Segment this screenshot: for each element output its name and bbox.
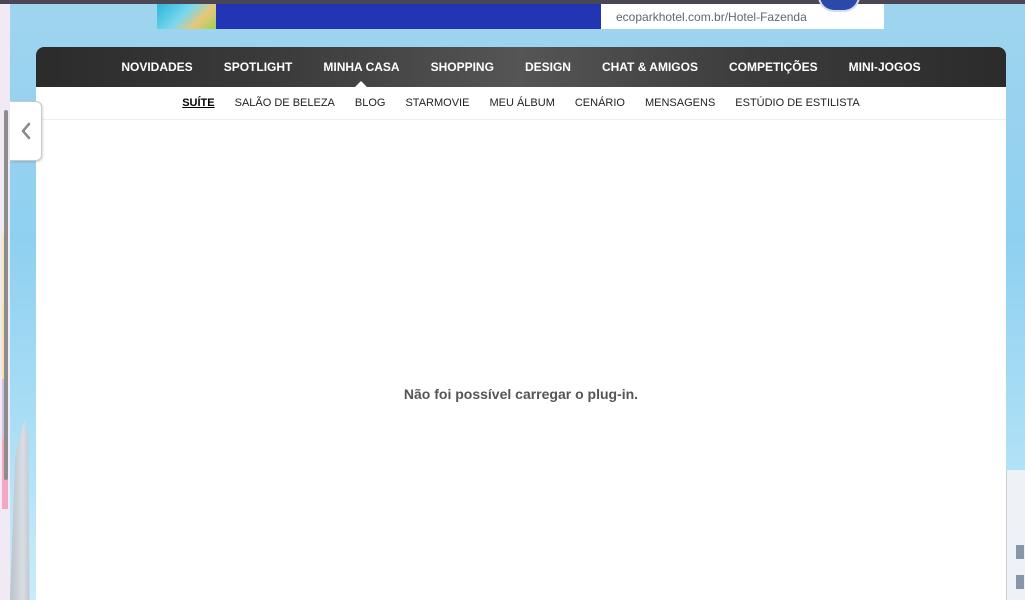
banner-ad-url[interactable]: ecoparkhotel.com.br/Hotel-Fazenda [601, 0, 884, 29]
subnav-item-starmovie[interactable]: STARMOVIE [395, 97, 479, 109]
building-window [1016, 575, 1024, 589]
banner-ad-url-text[interactable]: ecoparkhotel.com.br/Hotel-Fazenda [616, 10, 807, 24]
subnav-item-mensagens[interactable]: MENSAGENS [635, 97, 725, 109]
subnav-item-estudio-de-estilista[interactable]: ESTÚDIO DE ESTILISTA [725, 97, 870, 109]
main-panel: NOVIDADES SPOTLIGHT MINHA CASA SHOPPING … [36, 47, 1006, 600]
building-window [1016, 545, 1024, 559]
subnav-item-suite[interactable]: SUÍTE [172, 97, 224, 109]
nav-item-minha-casa[interactable]: MINHA CASA [308, 47, 415, 87]
nav-item-chat-amigos[interactable]: CHAT & AMIGOS [586, 47, 713, 87]
main-nav: NOVIDADES SPOTLIGHT MINHA CASA SHOPPING … [36, 47, 1006, 87]
subnav-item-blog[interactable]: BLOG [345, 97, 396, 109]
chevron-left-icon [21, 122, 30, 140]
nav-item-design[interactable]: DESIGN [509, 47, 586, 87]
side-scrollbar[interactable] [4, 110, 8, 480]
banner-ad-image[interactable] [157, 4, 216, 29]
collapse-side-panel-button[interactable] [10, 101, 42, 161]
banner-ad-blue-area[interactable] [216, 4, 601, 29]
subnav-item-meu-album[interactable]: MEU ÁLBUM [479, 97, 564, 109]
background-building [1006, 470, 1025, 600]
subnav-item-salao-de-beleza[interactable]: SALÃO DE BELEZA [225, 97, 345, 109]
background-tower [10, 420, 30, 600]
plugin-error-message: Não foi possível carregar o plug-in. [403, 386, 639, 402]
nav-item-shopping[interactable]: SHOPPING [415, 47, 509, 87]
nav-item-spotlight[interactable]: SPOTLIGHT [208, 47, 308, 87]
nav-item-competicoes[interactable]: COMPETIÇÕES [713, 47, 833, 87]
banner-ad-badge [818, 0, 860, 12]
banner-ad[interactable]: ecoparkhotel.com.br/Hotel-Fazenda [157, 0, 884, 29]
subnav-item-cenario[interactable]: CENÁRIO [565, 97, 635, 109]
nav-item-mini-jogos[interactable]: MINI-JOGOS [833, 47, 936, 87]
nav-item-novidades[interactable]: NOVIDADES [106, 47, 208, 87]
sub-nav: SUÍTE SALÃO DE BELEZA BLOG STARMOVIE MEU… [36, 87, 1006, 120]
